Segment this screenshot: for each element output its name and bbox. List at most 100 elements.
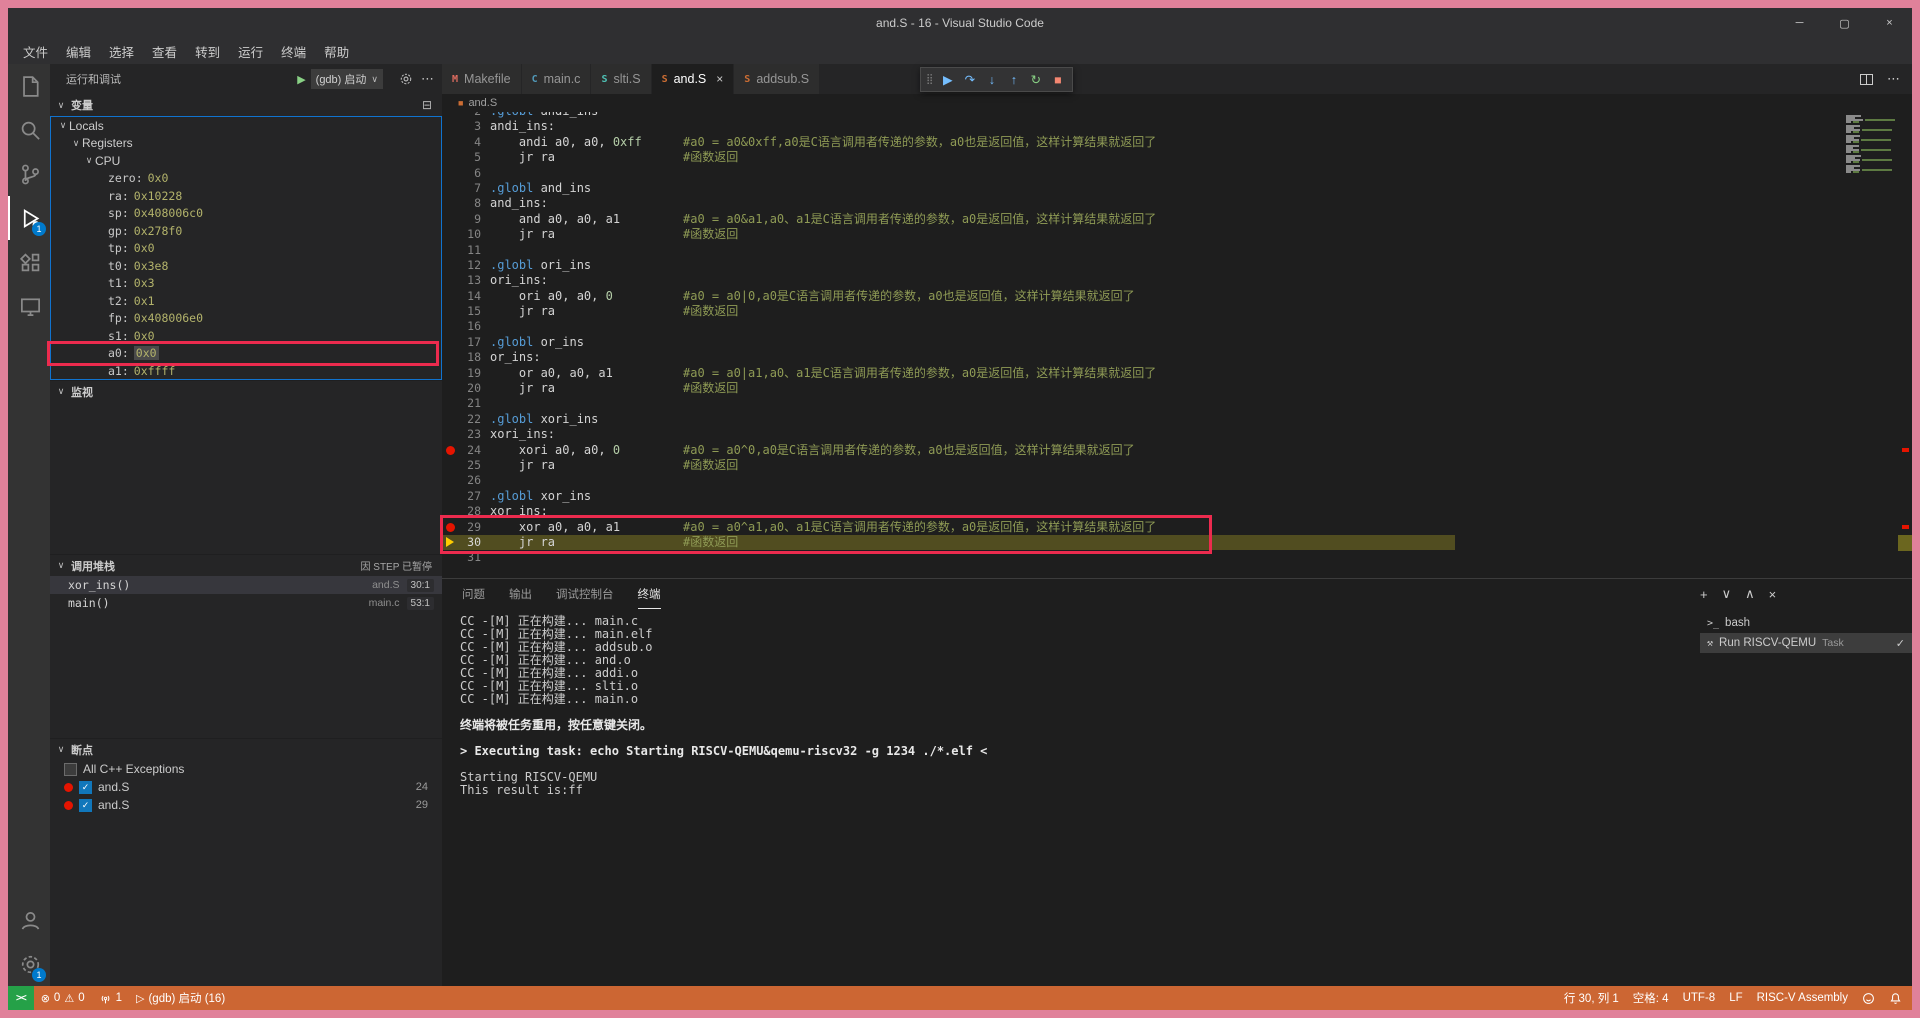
sidebar-item-source-control[interactable]	[8, 152, 50, 196]
terminal-tab-bash[interactable]: >_bash	[1700, 613, 1912, 633]
call-stack-section-header[interactable]: ∨ 调用堆栈 因 STEP 已暂停	[50, 554, 442, 576]
more-actions-icon[interactable]: ⋯	[1887, 71, 1900, 87]
gutter[interactable]: 30	[442, 535, 490, 550]
more-actions-icon[interactable]: ⋯	[421, 71, 434, 87]
breakpoint-item[interactable]: ✓and.S24	[50, 778, 442, 796]
glyph-margin[interactable]	[442, 396, 459, 411]
sidebar-item-extensions[interactable]	[8, 240, 50, 284]
menu-item-1[interactable]: 编辑	[57, 42, 100, 61]
glyph-margin[interactable]	[442, 135, 459, 150]
stack-frame[interactable]: xor_ins()and.S30:1	[50, 576, 442, 594]
gutter[interactable]: 27	[442, 489, 490, 504]
gutter[interactable]: 22	[442, 412, 490, 427]
menu-item-0[interactable]: 文件	[14, 42, 57, 61]
glyph-margin[interactable]	[442, 181, 459, 196]
minimize-button[interactable]: ─	[1777, 8, 1822, 38]
debug-settings-gear-icon[interactable]	[399, 72, 413, 86]
variable-CPU[interactable]: ∨CPU	[51, 152, 441, 170]
gutter[interactable]: 24	[442, 443, 490, 458]
variables-section-header[interactable]: ∨ 变量 ⊟	[50, 94, 442, 116]
gutter[interactable]: 28	[442, 504, 490, 519]
cursor-position[interactable]: 行 30, 列 1	[1557, 986, 1626, 1010]
feedback-indicator[interactable]	[1855, 986, 1882, 1010]
variable-fp[interactable]: fp:0x408006e0	[51, 310, 441, 328]
watch-section-header[interactable]: ∨ 监视	[50, 380, 442, 402]
panel-tab-输出[interactable]: 输出	[509, 579, 532, 609]
start-debug-icon[interactable]: ▶	[297, 73, 305, 86]
collapse-all-icon[interactable]: ⊟	[422, 98, 442, 112]
menu-item-3[interactable]: 查看	[143, 42, 186, 61]
glyph-margin[interactable]	[442, 335, 459, 350]
gutter[interactable]: 3	[442, 119, 490, 134]
gutter[interactable]: 15	[442, 304, 490, 319]
variable-a1[interactable]: a1:0xffff	[51, 362, 441, 380]
variable-ra[interactable]: ra:0x10228	[51, 187, 441, 205]
tab-slti.S[interactable]: Sslti.S	[591, 64, 650, 94]
variable-gp[interactable]: gp:0x278f0	[51, 222, 441, 240]
gutter[interactable]: 17	[442, 335, 490, 350]
indentation[interactable]: 空格: 4	[1626, 986, 1676, 1010]
gutter[interactable]: 19	[442, 366, 490, 381]
glyph-margin[interactable]	[442, 504, 459, 519]
glyph-margin[interactable]	[442, 366, 459, 381]
variable-Registers[interactable]: ∨Registers	[51, 135, 441, 153]
gutter[interactable]: 14	[442, 289, 490, 304]
variable-zero[interactable]: zero:0x0	[51, 170, 441, 188]
gutter[interactable]: 4	[442, 135, 490, 150]
gutter[interactable]: 5	[442, 150, 490, 165]
glyph-margin[interactable]	[442, 119, 459, 134]
gutter[interactable]: 20	[442, 381, 490, 396]
panel-tab-终端[interactable]: 终端	[638, 579, 661, 609]
notifications-indicator[interactable]	[1882, 986, 1912, 1010]
gutter[interactable]: 21	[442, 396, 490, 411]
breakpoint-item[interactable]: ✓and.S29	[50, 796, 442, 814]
gutter[interactable]: 6	[442, 166, 490, 181]
problems-indicator[interactable]: ⊗ 0 ⚠ 0	[34, 986, 92, 1010]
remote-indicator[interactable]: ><	[8, 986, 34, 1010]
variable-sp[interactable]: sp:0x408006c0	[51, 205, 441, 223]
gutter[interactable]: 26	[442, 473, 490, 488]
sidebar-item-remote-explorer[interactable]	[8, 284, 50, 328]
breakpoint-icon[interactable]	[442, 520, 459, 535]
menu-item-4[interactable]: 转到	[186, 42, 229, 61]
breakpoint-checkbox[interactable]: ✓	[79, 781, 92, 794]
glyph-margin[interactable]	[442, 166, 459, 181]
step-into-button[interactable]: ↓	[982, 70, 1001, 89]
breadcrumb[interactable]: ■ and.S	[442, 94, 1912, 112]
glyph-margin[interactable]	[442, 243, 459, 258]
glyph-margin[interactable]	[442, 150, 459, 165]
gutter[interactable]: 10	[442, 227, 490, 242]
glyph-margin[interactable]	[442, 258, 459, 273]
glyph-margin[interactable]	[442, 227, 459, 242]
breakpoint-icon[interactable]	[442, 443, 459, 458]
stack-frame[interactable]: main()main.c53:1	[50, 594, 442, 612]
gutter[interactable]: 29	[442, 520, 490, 535]
current-line-arrow-icon[interactable]	[442, 535, 459, 550]
tab-main.c[interactable]: Cmain.c	[522, 64, 591, 94]
gutter[interactable]: 25	[442, 458, 490, 473]
glyph-margin[interactable]	[442, 304, 459, 319]
variable-t1[interactable]: t1:0x3	[51, 275, 441, 293]
maximize-panel-icon[interactable]: ∧	[1745, 586, 1755, 602]
drag-handle-icon[interactable]: ⣿	[926, 74, 933, 85]
gutter[interactable]: 9	[442, 212, 490, 227]
close-tab-icon[interactable]: ×	[716, 72, 723, 86]
variable-a0[interactable]: a0:0x0	[51, 345, 441, 363]
accounts-button[interactable]	[8, 898, 50, 942]
maximize-button[interactable]: ▢	[1822, 8, 1867, 38]
glyph-margin[interactable]	[442, 289, 459, 304]
split-editor-icon[interactable]	[1860, 74, 1873, 85]
tab-and.S[interactable]: Sand.S×	[652, 64, 734, 94]
panel-tab-问题[interactable]: 问题	[462, 579, 485, 609]
variable-t2[interactable]: t2:0x1	[51, 292, 441, 310]
language-mode[interactable]: RISC-V Assembly	[1750, 986, 1855, 1010]
sidebar-item-search[interactable]	[8, 108, 50, 152]
stop-button[interactable]: ■	[1048, 70, 1067, 89]
gutter[interactable]: 13	[442, 273, 490, 288]
panel-tab-调试控制台[interactable]: 调试控制台	[556, 579, 614, 609]
gutter[interactable]: 11	[442, 243, 490, 258]
continue-button[interactable]: ▶	[938, 70, 957, 89]
eol[interactable]: LF	[1722, 986, 1749, 1010]
overview-ruler[interactable]	[1898, 112, 1912, 578]
variable-tp[interactable]: tp:0x0	[51, 240, 441, 258]
